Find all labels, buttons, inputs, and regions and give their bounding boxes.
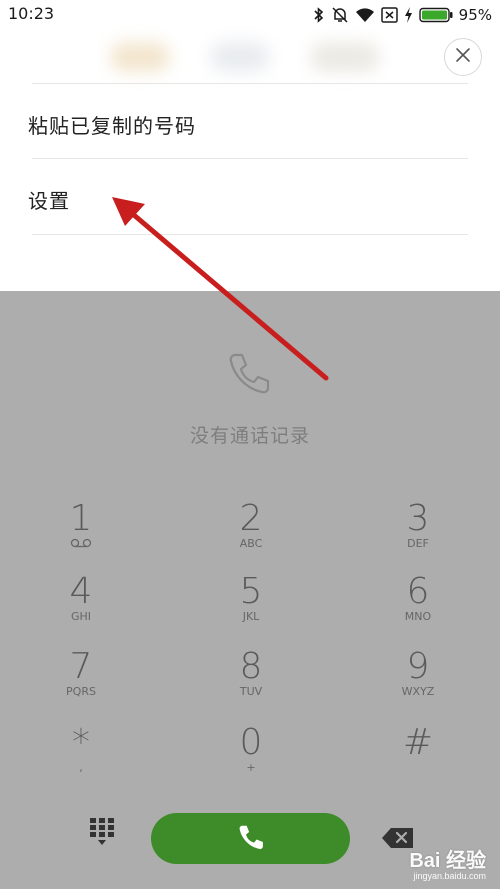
voicemail-icon bbox=[21, 538, 141, 551]
dial-key-4[interactable]: 4 GHI bbox=[21, 574, 141, 623]
watermark-sub: jingyan.baidu.com bbox=[413, 871, 486, 881]
dial-key-3[interactable]: 3 DEF bbox=[358, 501, 478, 550]
key-digit: 9 bbox=[406, 646, 430, 687]
dialer-panel: 没有通话记录 1 2 ABC 3 DEF 4 GHI 5 JKL 6 MNO 7… bbox=[0, 291, 500, 889]
dial-key-hash[interactable]: # bbox=[358, 725, 478, 762]
status-icons: 95% bbox=[313, 5, 492, 25]
call-button[interactable] bbox=[151, 813, 350, 864]
key-digit: # bbox=[402, 722, 434, 763]
key-digit: 7 bbox=[69, 646, 93, 687]
overflow-menu: 粘贴已复制的号码 设置 bbox=[0, 30, 500, 291]
phone-call-icon bbox=[236, 822, 266, 856]
key-digit: 6 bbox=[406, 571, 430, 612]
key-digit: 3 bbox=[406, 498, 430, 539]
key-digit: 1 bbox=[69, 498, 93, 539]
key-letters: MNO bbox=[404, 610, 432, 623]
mute-bell-icon bbox=[331, 6, 349, 24]
no-sim-icon bbox=[380, 7, 398, 23]
battery-icon bbox=[418, 7, 453, 23]
status-bar: 10:23 95% bbox=[0, 0, 500, 30]
menu-divider bbox=[32, 83, 468, 84]
baidu-jingyan-watermark: Bai 经验 jingyan.baidu.com bbox=[409, 844, 486, 881]
menu-divider bbox=[32, 158, 468, 159]
close-button[interactable] bbox=[444, 38, 482, 76]
dial-key-7[interactable]: 7 PQRS bbox=[21, 649, 141, 698]
key-letters: + bbox=[246, 761, 256, 774]
key-digit: * bbox=[72, 722, 90, 763]
key-letters: PQRS bbox=[66, 685, 96, 698]
empty-call-log-message: 没有通话记录 bbox=[189, 425, 310, 447]
dial-key-0[interactable]: 0 + bbox=[191, 725, 311, 774]
dial-key-5[interactable]: 5 JKL bbox=[191, 574, 311, 623]
dial-key-6[interactable]: 6 MNO bbox=[358, 574, 478, 623]
dialpad-toggle-button[interactable] bbox=[88, 816, 116, 846]
dial-key-9[interactable]: 9 WXYZ bbox=[358, 649, 478, 698]
phone-icon bbox=[225, 349, 273, 401]
key-letters: JKL bbox=[242, 610, 260, 623]
menu-divider bbox=[32, 234, 468, 235]
watermark-main: Bai 经验 bbox=[409, 850, 486, 872]
wifi-icon bbox=[355, 7, 375, 23]
menu-item-settings[interactable]: 设置 bbox=[28, 185, 70, 214]
blurred-header-background bbox=[90, 38, 420, 76]
key-digit: 8 bbox=[239, 646, 263, 687]
dialpad-icon bbox=[88, 818, 116, 850]
key-letters: DEF bbox=[407, 537, 429, 550]
dial-key-2[interactable]: 2 ABC bbox=[191, 501, 311, 550]
key-letters: GHI bbox=[70, 610, 92, 623]
charging-icon bbox=[404, 7, 413, 23]
dial-key-1[interactable]: 1 bbox=[21, 501, 141, 551]
dial-key-star[interactable]: * , bbox=[21, 725, 141, 774]
dial-key-8[interactable]: 8 TUV bbox=[191, 649, 311, 698]
key-digit: 0 bbox=[239, 722, 263, 763]
status-time: 10:23 bbox=[8, 4, 55, 23]
key-digit: 2 bbox=[239, 498, 263, 539]
key-letters: TUV bbox=[239, 685, 263, 698]
key-digit: 4 bbox=[69, 571, 93, 612]
close-icon bbox=[455, 47, 471, 67]
battery-percent: 95% bbox=[458, 6, 492, 24]
key-letters: WXYZ bbox=[401, 685, 435, 698]
bluetooth-icon bbox=[313, 7, 325, 23]
key-letters: ABC bbox=[239, 537, 263, 550]
menu-item-paste-number[interactable]: 粘贴已复制的号码 bbox=[28, 110, 196, 139]
key-letters: , bbox=[79, 761, 83, 774]
key-digit: 5 bbox=[239, 571, 263, 612]
